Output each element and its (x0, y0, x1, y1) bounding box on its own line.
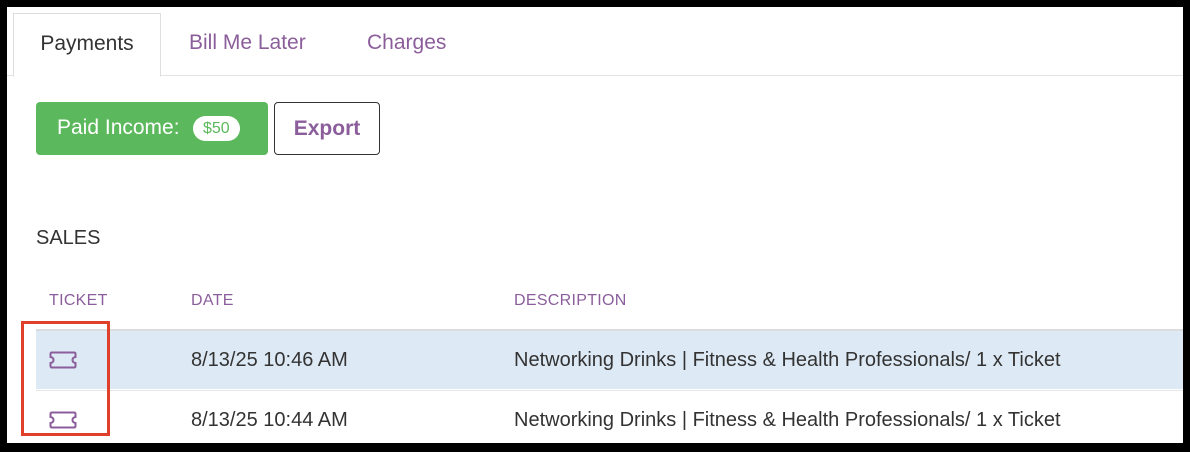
paid-income-badge: $50 (193, 116, 240, 141)
sales-heading: SALES (36, 227, 101, 249)
paid-income-label: Paid Income: (57, 116, 180, 139)
export-button[interactable]: Export (274, 102, 380, 155)
tab-charges[interactable]: Charges (367, 7, 446, 76)
row-date: 8/13/25 10:44 AM (191, 409, 348, 431)
row-description: Networking Drinks | Fitness & Health Pro… (514, 409, 1061, 431)
paid-income-button[interactable]: Paid Income: $50 (36, 102, 268, 155)
tab-bar: Payments Bill Me Later Charges (7, 7, 1183, 77)
tab-payments[interactable]: Payments (13, 13, 161, 77)
row-description: Networking Drinks | Fitness & Health Pro… (514, 349, 1061, 371)
tab-bill-me-later[interactable]: Bill Me Later (189, 7, 306, 76)
tab-divider (7, 75, 1183, 76)
column-header-date: DATE (191, 292, 234, 309)
table-row[interactable]: 8/13/25 10:44 AM Networking Drinks | Fit… (36, 390, 1183, 443)
column-header-description: DESCRIPTION (514, 292, 627, 309)
table-row[interactable]: 8/13/25 10:46 AM Networking Drinks | Fit… (36, 331, 1183, 389)
payments-panel: Payments Bill Me Later Charges Paid Inco… (7, 7, 1183, 443)
row-date: 8/13/25 10:46 AM (191, 349, 348, 371)
ticket-icon[interactable] (49, 411, 77, 429)
column-header-ticket: TICKET (49, 292, 108, 309)
ticket-icon[interactable] (49, 351, 77, 369)
